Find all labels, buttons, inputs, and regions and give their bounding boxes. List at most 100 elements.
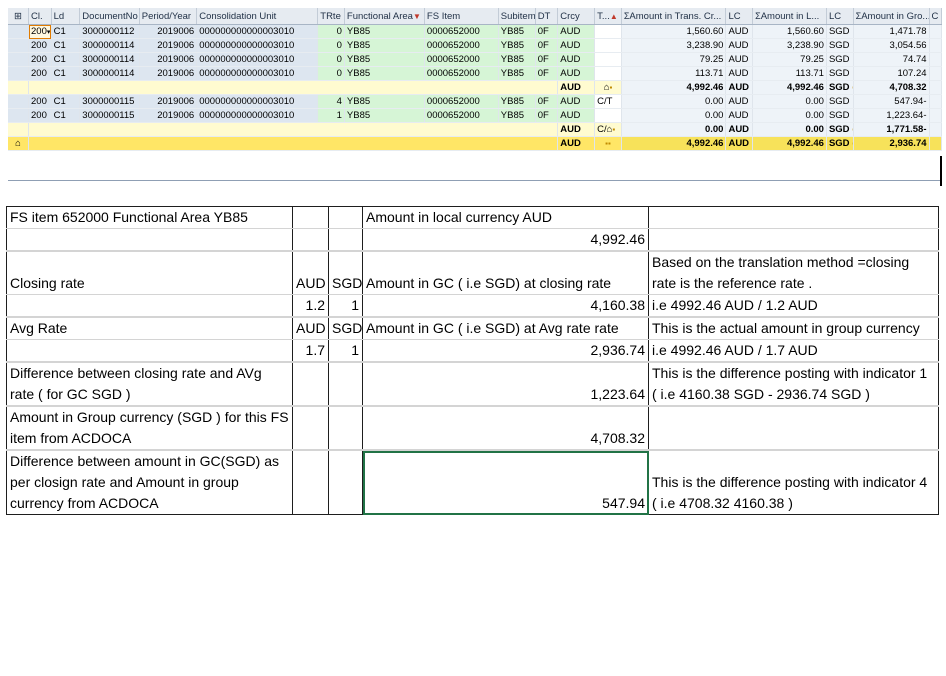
cell-a7[interactable]: Avg Rate — [6, 317, 293, 340]
cell-t[interactable] — [594, 108, 622, 123]
cell-trte[interactable]: 0 — [317, 66, 345, 81]
cell-period-year[interactable]: 2019006 — [139, 52, 198, 67]
table-row[interactable]: 200 C1 3000000114 2019006 00000000000000… — [8, 52, 943, 67]
cell-trte[interactable]: 1 — [317, 108, 345, 123]
cell-b10[interactable] — [292, 362, 329, 406]
cell-period-year[interactable]: 2019006 — [139, 94, 198, 109]
col-header-amount-local[interactable]: ΣAmount in L... — [752, 8, 827, 25]
cell-ledger[interactable]: C1 — [51, 108, 81, 123]
cell-c[interactable] — [929, 52, 943, 67]
cell-document-no[interactable]: 3000000115 — [79, 108, 140, 123]
cell-fs-item[interactable]: 0000652000 — [424, 24, 499, 39]
row-selector[interactable] — [8, 122, 30, 137]
cell-functional-area[interactable]: YB85 — [344, 38, 425, 53]
col-header-t[interactable]: T...▲ — [594, 8, 622, 25]
table-row[interactable]: 200▾ C1 3000000112 2019006 0000000000000… — [8, 24, 943, 39]
cell-a14[interactable]: Difference between amount in GC(SGD) as … — [6, 450, 293, 515]
col-header-currency[interactable]: Crcy — [557, 8, 596, 25]
cell-c1[interactable] — [328, 206, 363, 229]
cell-currency[interactable]: AUD — [557, 94, 596, 109]
cell-fs-item[interactable]: 0000652000 — [424, 38, 499, 53]
row-selector[interactable] — [8, 94, 30, 109]
col-header-ledger[interactable]: Ld — [51, 8, 81, 25]
cell-c[interactable] — [929, 38, 943, 53]
subtotal-row[interactable]: AUD C/⌂▪ 0.00 AUD ▪ 0.00 SGD ▪ 1,771.58- — [8, 122, 943, 137]
grand-total-row[interactable]: ⌂ AUD ▪▪ 4,992.46 AUD ▪▪ 4,992.46 SGD ▪▪… — [8, 136, 943, 151]
row-selector[interactable] — [8, 80, 30, 95]
cell-period-year[interactable]: 2019006 — [139, 108, 198, 123]
col-header-c[interactable]: C — [929, 8, 943, 25]
col-header-document-no[interactable]: DocumentNo — [79, 8, 140, 25]
cell-trte[interactable]: 4 — [317, 94, 345, 109]
cell-client[interactable]: 200 — [28, 66, 52, 81]
table-row[interactable]: 200 C1 3000000114 2019006 00000000000000… — [8, 66, 943, 81]
cell-amount-trans[interactable]: 3,238.90 — [621, 38, 727, 53]
cell-ledger[interactable]: C1 — [51, 24, 81, 39]
select-all-icon[interactable]: ⊞ — [8, 8, 30, 25]
cell-amount-local[interactable]: 113.71 — [752, 66, 827, 81]
col-header-amount-trans[interactable]: ΣAmount in Trans. Cr... — [621, 8, 727, 25]
cell-trte[interactable]: 0 — [317, 38, 345, 53]
cell-dt[interactable]: 0F — [535, 38, 559, 53]
total-cell-t[interactable]: ▪▪ — [594, 136, 622, 151]
subtotal-cell-t[interactable]: C/⌂▪ — [594, 122, 622, 137]
row-selector[interactable] — [8, 66, 30, 81]
cell-lc-2[interactable]: SGD ▪ — [826, 122, 854, 137]
cell-amount-local[interactable]: 4,992.46 — [752, 80, 827, 95]
cell-consolidation-unit[interactable]: 000000000000003010 — [196, 94, 319, 109]
cell-amount-local[interactable]: 4,992.46 — [752, 136, 827, 151]
col-header-period-year[interactable]: Period/Year — [139, 8, 198, 25]
cell-amount-local[interactable]: 0.00 — [752, 108, 827, 123]
cell-e14[interactable]: This is the difference posting with indi… — [648, 450, 939, 515]
cell-lc[interactable]: AUD — [725, 94, 754, 109]
cell-d14-selected[interactable]: 547.94 — [362, 450, 649, 515]
cell-amount-trans[interactable]: 1,560.60 — [621, 24, 727, 39]
cell-c10[interactable] — [328, 362, 363, 406]
cell-b14[interactable] — [292, 450, 329, 515]
cell-subitem[interactable]: YB85 — [498, 94, 536, 109]
cell-lc[interactable]: AUD — [725, 52, 754, 67]
cell-lc-2[interactable]: SGD — [826, 94, 854, 109]
col-header-lc[interactable]: LC — [725, 8, 754, 25]
table-row[interactable]: 200 C1 3000000115 2019006 00000000000000… — [8, 94, 943, 109]
cell-t[interactable] — [594, 52, 622, 67]
cell-consolidation-unit[interactable]: 000000000000003010 — [196, 38, 319, 53]
cell-dt[interactable]: 0F — [535, 66, 559, 81]
cell-d5[interactable]: 4,160.38 — [362, 294, 649, 317]
cell-subitem[interactable]: YB85 — [498, 108, 536, 123]
col-header-consolidation-unit[interactable]: Consolidation Unit — [196, 8, 319, 25]
cell-d1[interactable]: Amount in local currency AUD — [362, 206, 649, 229]
table-row[interactable]: 200 C1 3000000114 2019006 00000000000000… — [8, 38, 943, 53]
cell-c5[interactable]: 1 — [328, 294, 363, 317]
cell-e5[interactable]: i.e 4992.46 AUD / 1.2 AUD — [648, 294, 939, 317]
table-row[interactable]: 200 C1 3000000115 2019006 00000000000000… — [8, 108, 943, 123]
cell-document-no[interactable]: 3000000114 — [79, 52, 140, 67]
cell-a10[interactable]: Difference between closing rate and AVg … — [6, 362, 293, 406]
cell-amount-local[interactable]: 1,560.60 — [752, 24, 827, 39]
cell-fs-item[interactable]: 0000652000 — [424, 94, 499, 109]
cell-b12[interactable] — [292, 406, 329, 450]
cell-amount-trans[interactable]: 0.00 — [621, 122, 727, 137]
cell-amount-group[interactable]: 547.94- — [853, 94, 930, 109]
col-header-amount-group[interactable]: ΣAmount in Gro... — [853, 8, 930, 25]
cell-b5[interactable]: 1.2 — [292, 294, 329, 317]
cell-lc-2[interactable]: SGD — [826, 38, 854, 53]
cell-e12[interactable] — [648, 406, 939, 450]
cell-ledger[interactable]: C1 — [51, 52, 81, 67]
cell-period-year[interactable]: 2019006 — [139, 24, 198, 39]
cell-ledger[interactable]: C1 — [51, 94, 81, 109]
cell-subitem[interactable]: YB85 — [498, 38, 536, 53]
cell-document-no[interactable]: 3000000112 — [79, 24, 140, 39]
cell-client[interactable]: 200 — [28, 38, 52, 53]
cell-lc[interactable]: AUD ▪ — [725, 80, 754, 95]
cell-amount-trans[interactable]: 113.71 — [621, 66, 727, 81]
cell-c[interactable] — [929, 80, 943, 95]
cell-currency[interactable]: AUD — [557, 122, 596, 137]
cell-subitem[interactable]: YB85 — [498, 52, 536, 67]
col-header-subitem[interactable]: Subitem — [498, 8, 536, 25]
cell-b2[interactable] — [292, 228, 329, 251]
cell-amount-group[interactable]: 74.74 — [853, 52, 930, 67]
cell-amount-group[interactable]: 1,223.64- — [853, 108, 930, 123]
cell-b4[interactable]: AUD — [292, 251, 329, 295]
total-bell-icon[interactable]: ⌂ — [8, 136, 30, 151]
